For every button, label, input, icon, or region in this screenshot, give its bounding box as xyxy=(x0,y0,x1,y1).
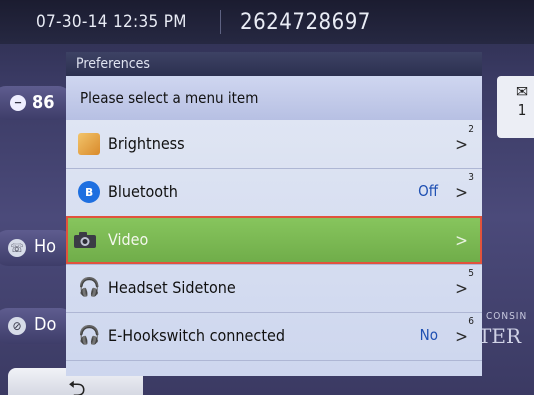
menu-item-label: E-Hookswitch connected xyxy=(108,326,285,345)
chevron-right-icon: > xyxy=(455,279,468,299)
message-count: 1 xyxy=(517,101,527,119)
headset-icon: 🎧 xyxy=(78,325,101,346)
bluetooth-icon: ʙ xyxy=(78,181,100,203)
preferences-dialog: Preferences Please select a menu item Br… xyxy=(66,52,482,376)
watermark-top: CONSIN xyxy=(486,311,528,322)
menu-item-label: Bluetooth xyxy=(108,182,178,201)
datetime: 07-30-14 12:35 PM xyxy=(36,12,187,32)
menu-item-number: 6 xyxy=(468,316,474,327)
dialog-title: Preferences xyxy=(76,56,150,72)
presence-value: 86 xyxy=(32,92,55,113)
chevron-right-icon: > xyxy=(455,135,468,155)
headset-icon: 🎧 xyxy=(78,277,101,298)
brightness-icon xyxy=(78,133,100,155)
chevron-right-icon: > xyxy=(455,183,468,203)
chevron-right-icon: > xyxy=(455,231,468,251)
menu-item-label: Brightness xyxy=(108,134,185,153)
preferences-menu: Brightness 2 > ʙ Bluetooth Off 3 > Video… xyxy=(66,120,482,376)
presence-icon: − xyxy=(10,95,26,111)
status-bar: 07-30-14 12:35 PM 2624728697 xyxy=(0,0,534,44)
messages-button[interactable]: ✉ 1 xyxy=(497,76,534,138)
camera-icon xyxy=(74,232,96,248)
home-button[interactable]: ☏ Ho xyxy=(0,230,74,266)
dnd-button[interactable]: ⊘ Do xyxy=(0,308,74,344)
envelope-icon: ✉ xyxy=(515,82,529,101)
phone-screen: 07-30-14 12:35 PM 2624728697 − 86 ☏ Ho ⊘… xyxy=(0,0,534,395)
menu-item-number: 3 xyxy=(468,172,474,183)
dialog-title-bar: Preferences xyxy=(66,52,482,76)
menu-item-number: 2 xyxy=(468,124,474,135)
dnd-label: Do xyxy=(34,314,57,335)
phone-number: 2624728697 xyxy=(240,10,371,35)
status-divider xyxy=(220,10,221,34)
menu-item-headset-sidetone[interactable]: 🎧 Headset Sidetone 5 > xyxy=(66,264,482,313)
chevron-right-icon: > xyxy=(455,327,468,347)
menu-item-brightness[interactable]: Brightness 2 > xyxy=(66,120,482,169)
menu-item-value: No xyxy=(419,326,438,344)
presence-status-button[interactable]: − 86 xyxy=(0,86,72,120)
menu-item-label: Headset Sidetone xyxy=(108,278,236,297)
dnd-icon: ⊘ xyxy=(8,317,26,335)
dialog-prompt: Please select a menu item xyxy=(80,89,259,107)
dialog-prompt-bar: Please select a menu item xyxy=(66,76,482,120)
phone-icon: ☏ xyxy=(8,239,26,257)
menu-item-value: Off xyxy=(418,182,438,200)
watermark-bottom: TER xyxy=(478,324,521,348)
home-label: Ho xyxy=(34,236,57,257)
menu-item-video[interactable]: Video > xyxy=(66,216,482,265)
menu-item-e-hookswitch[interactable]: 🎧 E-Hookswitch connected No 6 > xyxy=(66,312,482,361)
menu-item-number: 5 xyxy=(468,268,474,279)
menu-item-label: Video xyxy=(108,230,149,249)
menu-item-bluetooth[interactable]: ʙ Bluetooth Off 3 > xyxy=(66,168,482,217)
